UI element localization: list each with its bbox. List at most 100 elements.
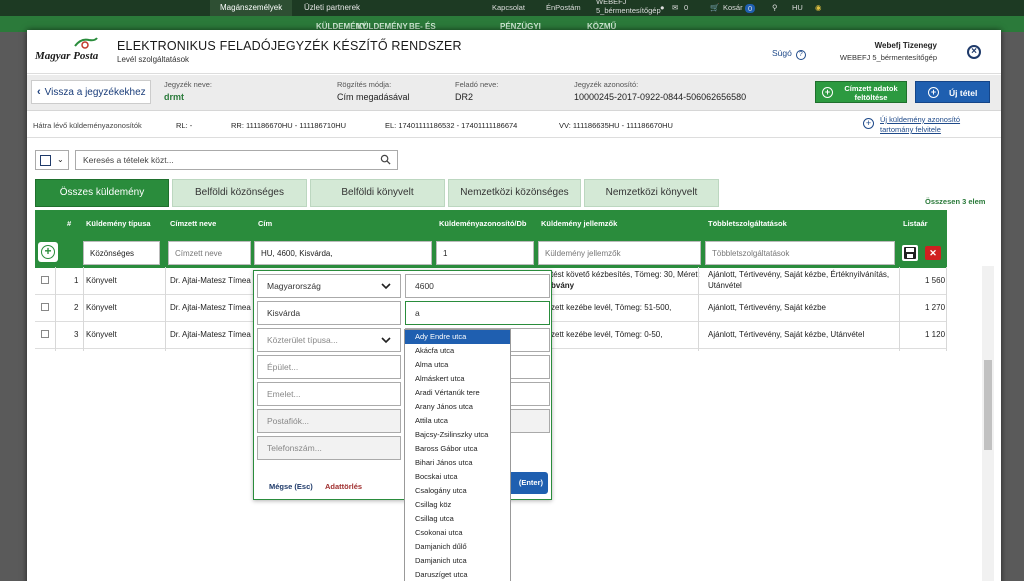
col-services[interactable]: Többletszolgáltatások: [708, 219, 787, 228]
search-icon[interactable]: ⚲: [772, 0, 778, 16]
row-checkbox[interactable]: [41, 303, 49, 311]
grid-header: # Küldemény típusa Címzett neve Cím Küld…: [35, 210, 947, 238]
search-placeholder: Keresés a tételek közt...: [83, 155, 174, 165]
search-icon[interactable]: [380, 154, 391, 165]
new-item-button[interactable]: + Új tétel: [915, 81, 990, 103]
tab-intl-registered[interactable]: Nemzetközi könyvelt: [584, 179, 719, 207]
tab-business[interactable]: Üzleti partnerek: [294, 0, 374, 16]
row-checkbox[interactable]: [41, 276, 49, 284]
cart-label[interactable]: Kosár: [723, 0, 743, 16]
row-type: Könyvelt: [86, 276, 117, 285]
row-price: 1 120: [925, 330, 946, 339]
list-item[interactable]: Damjanich utca: [405, 554, 510, 568]
row-recipient: Dr. Ajtai-Matesz Tímea: [170, 276, 251, 285]
back-button[interactable]: ‹ Vissza a jegyzékekhez: [31, 80, 151, 104]
col-price[interactable]: Listaár: [903, 219, 928, 228]
list-item[interactable]: Damjanich dűlő: [405, 540, 510, 554]
save-icon[interactable]: [902, 245, 918, 261]
row-features: zett kezébe levél, Tömeg: 0-50,: [551, 330, 663, 339]
zip-input[interactable]: 4600: [405, 274, 550, 298]
col-recipient[interactable]: Címzett neve: [170, 219, 216, 228]
user-name: Webefj Tizenegy: [874, 41, 937, 50]
list-item[interactable]: Aradi Vértanúk tere: [405, 386, 510, 400]
language-select[interactable]: HU: [792, 0, 803, 16]
contact-link[interactable]: Kapcsolat: [492, 0, 525, 16]
list-item[interactable]: Csalogány utca: [405, 484, 510, 498]
pobox-input[interactable]: Postafiók...: [257, 409, 401, 433]
enpostam-link[interactable]: ÉnPostám: [546, 0, 581, 16]
street-type-select[interactable]: Közterület típusa...: [257, 328, 401, 352]
help-link[interactable]: Súgó?: [772, 48, 806, 60]
select-all-checkbox[interactable]: [40, 155, 51, 166]
list-info-bar: ‹ Vissza a jegyzékekhez Jegyzék neve: drm…: [27, 75, 1001, 111]
list-name-field: Jegyzék neve: drmt: [164, 80, 212, 102]
bulk-select-dropdown[interactable]: ⌄: [35, 150, 69, 170]
list-name-label: Jegyzék neve:: [164, 80, 212, 89]
id-ranges-bar: Hátra lévő küldeményazonosítók RL: - RR:…: [27, 112, 1001, 138]
tab-intl-ordinary[interactable]: Nemzetközi közönséges: [448, 179, 581, 207]
record-mode-field: Rögzítés módja: Cím megadásával: [337, 80, 410, 102]
close-icon[interactable]: ×: [967, 45, 981, 59]
list-item[interactable]: Csillag köz: [405, 498, 510, 512]
list-item[interactable]: Almáskert utca: [405, 372, 510, 386]
chevron-down-icon: [381, 337, 391, 344]
tab-private[interactable]: Magánszemélyek: [210, 0, 292, 16]
list-item[interactable]: Bihari János utca: [405, 456, 510, 470]
person-icon[interactable]: ●: [660, 0, 665, 16]
posthorn-icon: [74, 37, 98, 49]
phone-input[interactable]: Telefonszám...: [257, 436, 401, 460]
type-select[interactable]: Közönséges: [83, 241, 160, 265]
list-item[interactable]: Attila utca: [405, 414, 510, 428]
tab-domestic-ordinary[interactable]: Belföldi közönséges: [172, 179, 307, 207]
list-item[interactable]: Daruszíget utca: [405, 568, 510, 581]
row-features-2: bvány: [551, 281, 575, 290]
tab-all[interactable]: Összes küldemény: [35, 179, 169, 207]
col-features[interactable]: Küldemény jellemzők: [541, 219, 617, 228]
list-item[interactable]: Bajcsy-Zsilinszky utca: [405, 428, 510, 442]
street-input[interactable]: a: [405, 301, 550, 325]
tab-domestic-registered[interactable]: Belföldi könyvelt: [310, 179, 445, 207]
scrollbar-thumb[interactable]: [984, 360, 992, 450]
country-select[interactable]: Magyarország: [257, 274, 401, 298]
delete-icon[interactable]: ✕: [925, 246, 941, 260]
street-type-placeholder: Közterület típusa...: [267, 335, 338, 345]
mail-icon[interactable]: ✉: [672, 0, 678, 16]
services-input[interactable]: Többletszolgáltatások: [705, 241, 895, 265]
features-input[interactable]: Küldemény jellemzők: [538, 241, 701, 265]
city-input[interactable]: Kisvárda: [257, 301, 401, 325]
upload-recipients-button[interactable]: + Címzett adatok feltöltése: [815, 81, 907, 103]
row-checkbox[interactable]: [41, 330, 49, 338]
list-item[interactable]: Alma utca: [405, 358, 510, 372]
clear-data-button[interactable]: Adattörlés: [325, 482, 362, 491]
list-item[interactable]: Akácfa utca: [405, 344, 510, 358]
list-id-label: Jegyzék azonosító:: [574, 80, 639, 89]
search-input[interactable]: Keresés a tételek közt...: [75, 150, 398, 170]
col-divider: [946, 267, 947, 351]
floor-input[interactable]: Emelet...: [257, 382, 401, 406]
quantity-input[interactable]: 1: [436, 241, 534, 265]
ok-button[interactable]: (Enter): [507, 472, 548, 494]
accessibility-icon[interactable]: ◉: [815, 0, 822, 16]
list-item[interactable]: Csillag utca: [405, 512, 510, 526]
list-id-field: Jegyzék azonosító: 10000245-2017-0922-08…: [574, 80, 746, 102]
sender-value: DR2: [455, 92, 474, 102]
upload-btn-line1: Címzett adatok: [844, 84, 898, 93]
list-item[interactable]: Bocskai utca: [405, 470, 510, 484]
list-item[interactable]: Ady Endre utca: [405, 330, 510, 344]
col-address[interactable]: Cím: [258, 219, 272, 228]
list-item[interactable]: Baross Gábor utca: [405, 442, 510, 456]
cart-icon[interactable]: 🛒: [710, 0, 719, 16]
new-id-range-link[interactable]: + Új küldemény azonosító tartomány felvi…: [863, 115, 990, 135]
col-id[interactable]: Küldeményazonosító/Db: [439, 219, 527, 228]
list-item[interactable]: Arany János utca: [405, 400, 510, 414]
col-divider: [55, 267, 56, 351]
list-item[interactable]: Csokonai utca: [405, 526, 510, 540]
recipient-name-input[interactable]: Címzett neve: [168, 241, 251, 265]
building-input[interactable]: Épület...: [257, 355, 401, 379]
col-type[interactable]: Küldemény típusa: [86, 219, 151, 228]
address-input[interactable]: HU, 4600, Kisvárda,: [254, 241, 432, 265]
row-price: 1 560: [925, 276, 946, 285]
cancel-button[interactable]: Mégse (Esc): [269, 482, 313, 491]
add-row-button[interactable]: +: [38, 242, 58, 262]
col-divider: [83, 267, 84, 351]
